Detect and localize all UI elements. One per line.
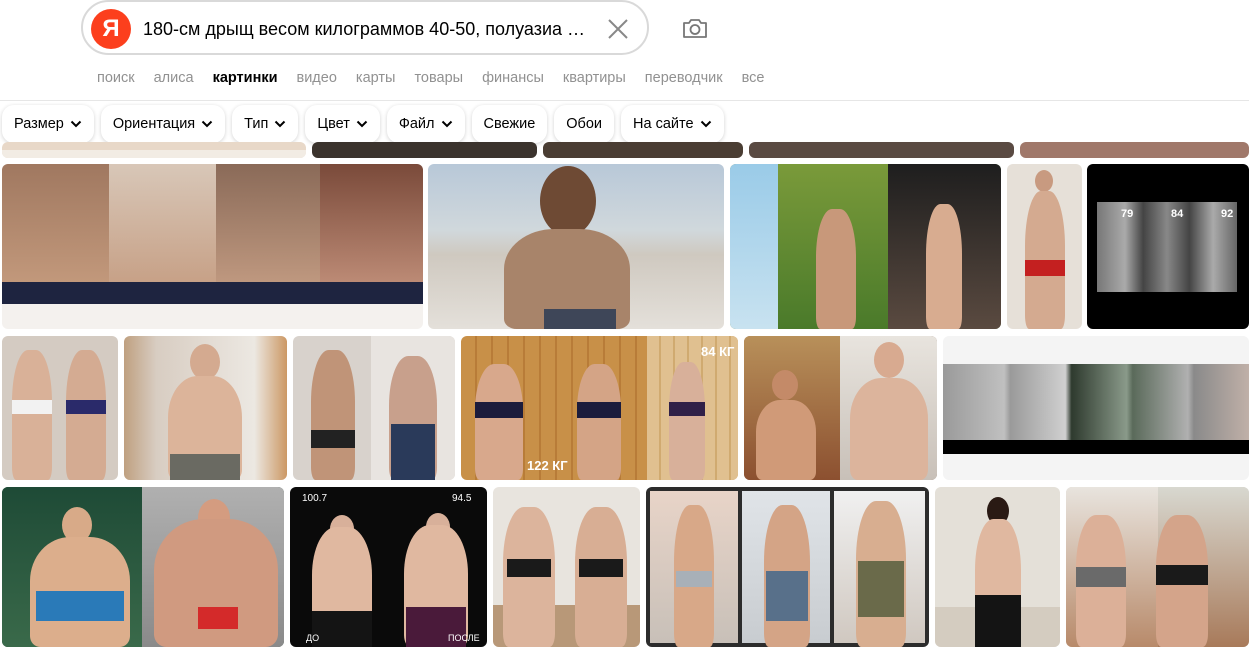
filter-label: Тип [244, 116, 269, 132]
chevron-down-icon [70, 120, 82, 128]
tab-3[interactable]: видео [297, 70, 337, 90]
image-search-page: Я 180-см дрыщ весом килограммов 40-50, п… [0, 0, 1249, 647]
filter-label: Ориентация [112, 116, 196, 132]
tab-2[interactable]: картинки [213, 70, 278, 90]
weight-label: 92 [1221, 208, 1234, 220]
search-tabs: поиск алиса картинки видео карты товары финанс… [97, 70, 783, 90]
filter-label: Цвет [317, 116, 350, 132]
image-result[interactable] [2, 336, 118, 480]
image-result[interactable] [543, 142, 743, 158]
image-result[interactable] [2, 487, 284, 647]
tab-4[interactable]: карты [356, 70, 396, 90]
tab-7[interactable]: квартиры [563, 70, 626, 90]
image-result[interactable] [1007, 164, 1082, 329]
image-result[interactable] [744, 336, 937, 480]
filter-button[interactable]: На сайте [621, 105, 724, 143]
image-result[interactable]: 84 КГ 122 КГ [461, 336, 738, 480]
header-divider [0, 100, 1249, 101]
filter-button[interactable]: Тип [232, 105, 299, 143]
image-result[interactable] [2, 142, 306, 158]
search-box[interactable]: Я 180-см дрыщ весом килограммов 40-50, п… [81, 0, 649, 55]
image-result[interactable]: 100.7 94.5 ДО ПОСЛЕ [290, 487, 487, 647]
weight-label: 100.7 [302, 493, 328, 504]
chevron-down-icon [275, 120, 286, 128]
filter-button[interactable]: Ориентация [100, 105, 226, 143]
filter-label: Файл [398, 116, 435, 132]
camera-search-icon[interactable] [680, 14, 710, 42]
image-result[interactable] [749, 142, 1014, 158]
filter-button[interactable]: Обои [554, 105, 615, 143]
image-result[interactable] [493, 487, 640, 647]
tab-1[interactable]: алиса [154, 70, 194, 90]
image-result[interactable] [124, 336, 287, 480]
image-result[interactable] [1020, 142, 1249, 158]
filter-button[interactable]: Цвет [305, 105, 380, 143]
image-result[interactable] [293, 336, 455, 480]
image-result[interactable] [1066, 487, 1249, 647]
after-label: ПОСЛЕ [448, 633, 480, 643]
tab-0[interactable]: поиск [97, 70, 135, 90]
filter-button[interactable]: Размер [2, 105, 94, 143]
filter-label: Обои [566, 116, 603, 132]
image-result[interactable] [730, 164, 1001, 329]
filter-bar: Размер Ориентация Тип Цвет Файл Свежие Обои На … [2, 105, 731, 143]
tab-9[interactable]: все [742, 70, 765, 90]
image-result[interactable] [935, 487, 1060, 647]
filter-button[interactable]: Файл [386, 105, 465, 143]
tab-8[interactable]: переводчик [645, 70, 723, 90]
image-result[interactable] [943, 336, 1249, 480]
image-result[interactable] [646, 487, 929, 647]
weight-label: 84 КГ [701, 344, 735, 359]
filter-button[interactable]: Свежие [471, 105, 548, 143]
search-input[interactable]: 180-см дрыщ весом килограммов 40-50, пол… [143, 19, 593, 40]
before-label: ДО [306, 633, 320, 643]
tab-5[interactable]: товары [414, 70, 463, 90]
filter-label: Свежие [483, 116, 536, 132]
weight-label: 94.5 [452, 493, 472, 504]
filter-label: На сайте [633, 116, 694, 132]
weight-label: 84 [1171, 208, 1184, 220]
clear-icon[interactable] [605, 16, 631, 42]
yandex-logo[interactable]: Я [91, 9, 131, 49]
image-result[interactable] [312, 142, 537, 158]
chevron-down-icon [201, 120, 213, 128]
filter-label: Размер [14, 116, 64, 132]
weight-label: 79 [1121, 208, 1134, 220]
chevron-down-icon [700, 120, 711, 128]
image-result[interactable]: 79 84 92 [1087, 164, 1249, 329]
weight-label: 122 КГ [527, 458, 568, 473]
image-result[interactable] [428, 164, 724, 329]
chevron-down-icon [356, 120, 368, 128]
image-result[interactable] [2, 164, 423, 329]
tab-6[interactable]: финансы [482, 70, 544, 90]
chevron-down-icon [441, 120, 452, 128]
